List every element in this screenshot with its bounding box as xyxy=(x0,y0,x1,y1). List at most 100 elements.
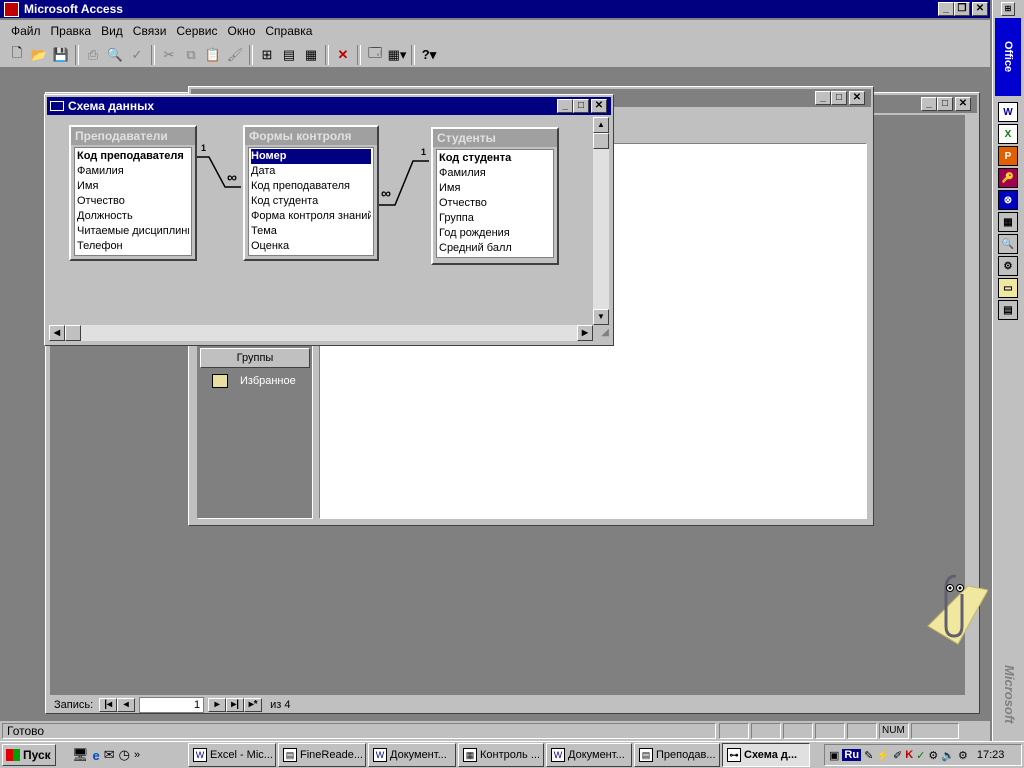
tray-pen-icon[interactable]: ✐ xyxy=(893,749,902,762)
rel-minimize-button[interactable]: _ xyxy=(557,99,573,113)
scroll-right-arrow-icon[interactable]: ▶ xyxy=(577,325,593,341)
outlook-icon[interactable]: ⊗ xyxy=(998,190,1018,210)
show-desktop-icon[interactable]: 🖥 xyxy=(72,747,89,763)
field-item[interactable]: Код преподавателя xyxy=(251,179,371,194)
resize-grip-icon[interactable]: ◢ xyxy=(593,325,609,341)
db-minimize-button[interactable]: _ xyxy=(815,91,831,105)
excel-icon[interactable]: X xyxy=(998,124,1018,144)
field-item[interactable]: Фамилия xyxy=(439,166,551,181)
bg-maximize-button[interactable]: □ xyxy=(937,97,953,111)
tray-network-icon[interactable]: ⚙ xyxy=(928,749,938,762)
field-item[interactable]: Имя xyxy=(439,181,551,196)
tray-antivirus-icon[interactable]: K xyxy=(905,749,913,761)
clock-app-icon[interactable]: ◷ xyxy=(119,747,130,763)
scroll-down-arrow-icon[interactable]: ▼ xyxy=(593,309,609,325)
next-record-button[interactable]: ▸ xyxy=(208,698,227,712)
field-item[interactable]: Оценка xyxy=(251,239,371,254)
outlook-express-icon[interactable]: ✉ xyxy=(104,747,115,763)
start-button[interactable]: Пуск xyxy=(2,744,56,766)
field-item[interactable]: Группа xyxy=(439,211,551,226)
rel-close-button[interactable]: ✕ xyxy=(591,99,607,113)
tray-check-icon[interactable]: ✓ xyxy=(916,749,925,762)
field-item[interactable]: Код преподавателя xyxy=(77,149,189,164)
help-icon[interactable]: ?▾ xyxy=(418,44,440,66)
field-item[interactable]: Тема xyxy=(251,224,371,239)
tray-language-indicator[interactable]: Ru xyxy=(842,749,862,761)
tray-tool-icon[interactable]: ✎ xyxy=(864,749,873,762)
table-students[interactable]: Студенты Код студента Фамилия Имя Отчест… xyxy=(431,127,559,265)
table-teachers-header[interactable]: Преподаватели xyxy=(71,127,195,145)
field-item[interactable]: Средний балл xyxy=(439,241,551,256)
access-app-icon[interactable] xyxy=(4,1,19,17)
show-all-icon[interactable]: ▦ xyxy=(300,44,322,66)
format-painter-icon[interactable]: 🖌 xyxy=(224,44,246,66)
field-item[interactable]: Код студента xyxy=(251,194,371,209)
vertical-scroll-thumb[interactable] xyxy=(593,133,609,149)
database-window-icon[interactable]: 🗔 xyxy=(364,44,386,66)
open-icon[interactable]: 📂 xyxy=(28,44,50,66)
scroll-left-arrow-icon[interactable]: ◀ xyxy=(49,325,65,341)
taskbar-item-document-2[interactable]: W Документ... xyxy=(546,743,632,767)
app-minimize-button[interactable]: _ xyxy=(938,2,954,16)
field-item[interactable]: Номер xyxy=(251,149,371,164)
tray-monitor-icon[interactable]: ▣ xyxy=(829,749,839,762)
cut-icon[interactable]: ✂ xyxy=(158,44,180,66)
first-record-button[interactable]: |◂ xyxy=(99,698,118,712)
field-item[interactable]: Должность xyxy=(77,209,189,224)
table-control-forms[interactable]: Формы контроля Номер Дата Код преподават… xyxy=(243,125,379,261)
menu-file[interactable]: Файл xyxy=(6,21,46,41)
field-item[interactable]: Код студента xyxy=(439,151,551,166)
app-close-button[interactable]: ✕ xyxy=(972,2,988,16)
table-control-forms-header[interactable]: Формы контроля xyxy=(245,127,377,145)
horizontal-scroll-thumb[interactable] xyxy=(65,325,81,341)
new-icon[interactable]: 🗋 xyxy=(6,44,28,66)
field-item[interactable]: Имя xyxy=(77,179,189,194)
word-icon[interactable]: W xyxy=(998,102,1018,122)
field-item[interactable]: Фамилия xyxy=(77,164,189,179)
office-bar-menu-icon[interactable]: ⊞ xyxy=(1001,2,1015,16)
table-teachers[interactable]: Преподаватели Код преподавателя Фамилия … xyxy=(69,125,197,261)
print-icon[interactable]: ⎙ xyxy=(82,44,104,66)
quick-launch-more-icon[interactable]: » xyxy=(134,749,140,761)
field-item[interactable]: Дата xyxy=(251,164,371,179)
powerpoint-icon[interactable]: P xyxy=(998,146,1018,166)
db-close-button[interactable]: ✕ xyxy=(849,91,865,105)
calculator-icon[interactable]: ▦ xyxy=(998,212,1018,232)
taskbar-item-control[interactable]: ▦ Контроль ... xyxy=(458,743,544,767)
relationships-canvas[interactable]: 1 ∞ ∞ 1 Преподаватели Код преподавателя … xyxy=(49,117,593,325)
internet-explorer-icon[interactable]: e xyxy=(93,748,100,763)
office-assistant-icon[interactable] xyxy=(918,566,989,648)
field-item[interactable]: Читаемые дисциплины xyxy=(77,224,189,239)
taskbar-item-teachers[interactable]: ▤ Преподав... xyxy=(634,743,720,767)
taskbar-item-finereader[interactable]: ▤ FineReade... xyxy=(278,743,366,767)
menu-view[interactable]: Вид xyxy=(96,21,128,41)
bg-minimize-button[interactable]: _ xyxy=(921,97,937,111)
menu-edit[interactable]: Правка xyxy=(46,21,97,41)
horizontal-scrollbar[interactable]: ◀ ▶ xyxy=(49,325,593,341)
show-table-icon[interactable]: ⊞ xyxy=(256,44,278,66)
office-bar-strip[interactable]: Office xyxy=(995,18,1021,96)
network-icon[interactable]: ⚙ xyxy=(998,256,1018,276)
tray-settings-icon[interactable]: ⚙ xyxy=(958,749,968,762)
bg-close-button[interactable]: ✕ xyxy=(955,97,971,111)
taskbar-item-schema[interactable]: ⊶ Схема д... xyxy=(722,743,810,767)
last-record-button[interactable]: ▸| xyxy=(226,698,245,712)
relationships-window[interactable]: Схема данных _ □ ✕ 1 ∞ ∞ 1 Преподаватели… xyxy=(44,94,614,346)
field-item[interactable]: Год рождения xyxy=(439,226,551,241)
show-direct-icon[interactable]: ▤ xyxy=(278,44,300,66)
paste-icon[interactable]: 📋 xyxy=(202,44,224,66)
taskbar-item-excel[interactable]: W Excel - Mic... xyxy=(188,743,276,767)
copy-icon[interactable]: ⧉ xyxy=(180,44,202,66)
new-record-button[interactable]: ▸* xyxy=(244,698,263,712)
save-icon[interactable]: 💾 xyxy=(50,44,72,66)
menu-tools[interactable]: Сервис xyxy=(171,21,222,41)
new-object-icon[interactable]: ▦▾ xyxy=(386,44,408,66)
vertical-scrollbar[interactable]: ▲ ▼ xyxy=(593,117,609,325)
taskbar-item-document-1[interactable]: W Документ... xyxy=(368,743,456,767)
menu-help[interactable]: Справка xyxy=(260,21,317,41)
favorites-item[interactable]: Избранное xyxy=(212,374,296,388)
menu-relationships[interactable]: Связи xyxy=(128,21,172,41)
table-students-header[interactable]: Студенты xyxy=(433,129,557,147)
groups-header[interactable]: Группы xyxy=(200,348,310,368)
scroll-up-arrow-icon[interactable]: ▲ xyxy=(593,117,609,133)
